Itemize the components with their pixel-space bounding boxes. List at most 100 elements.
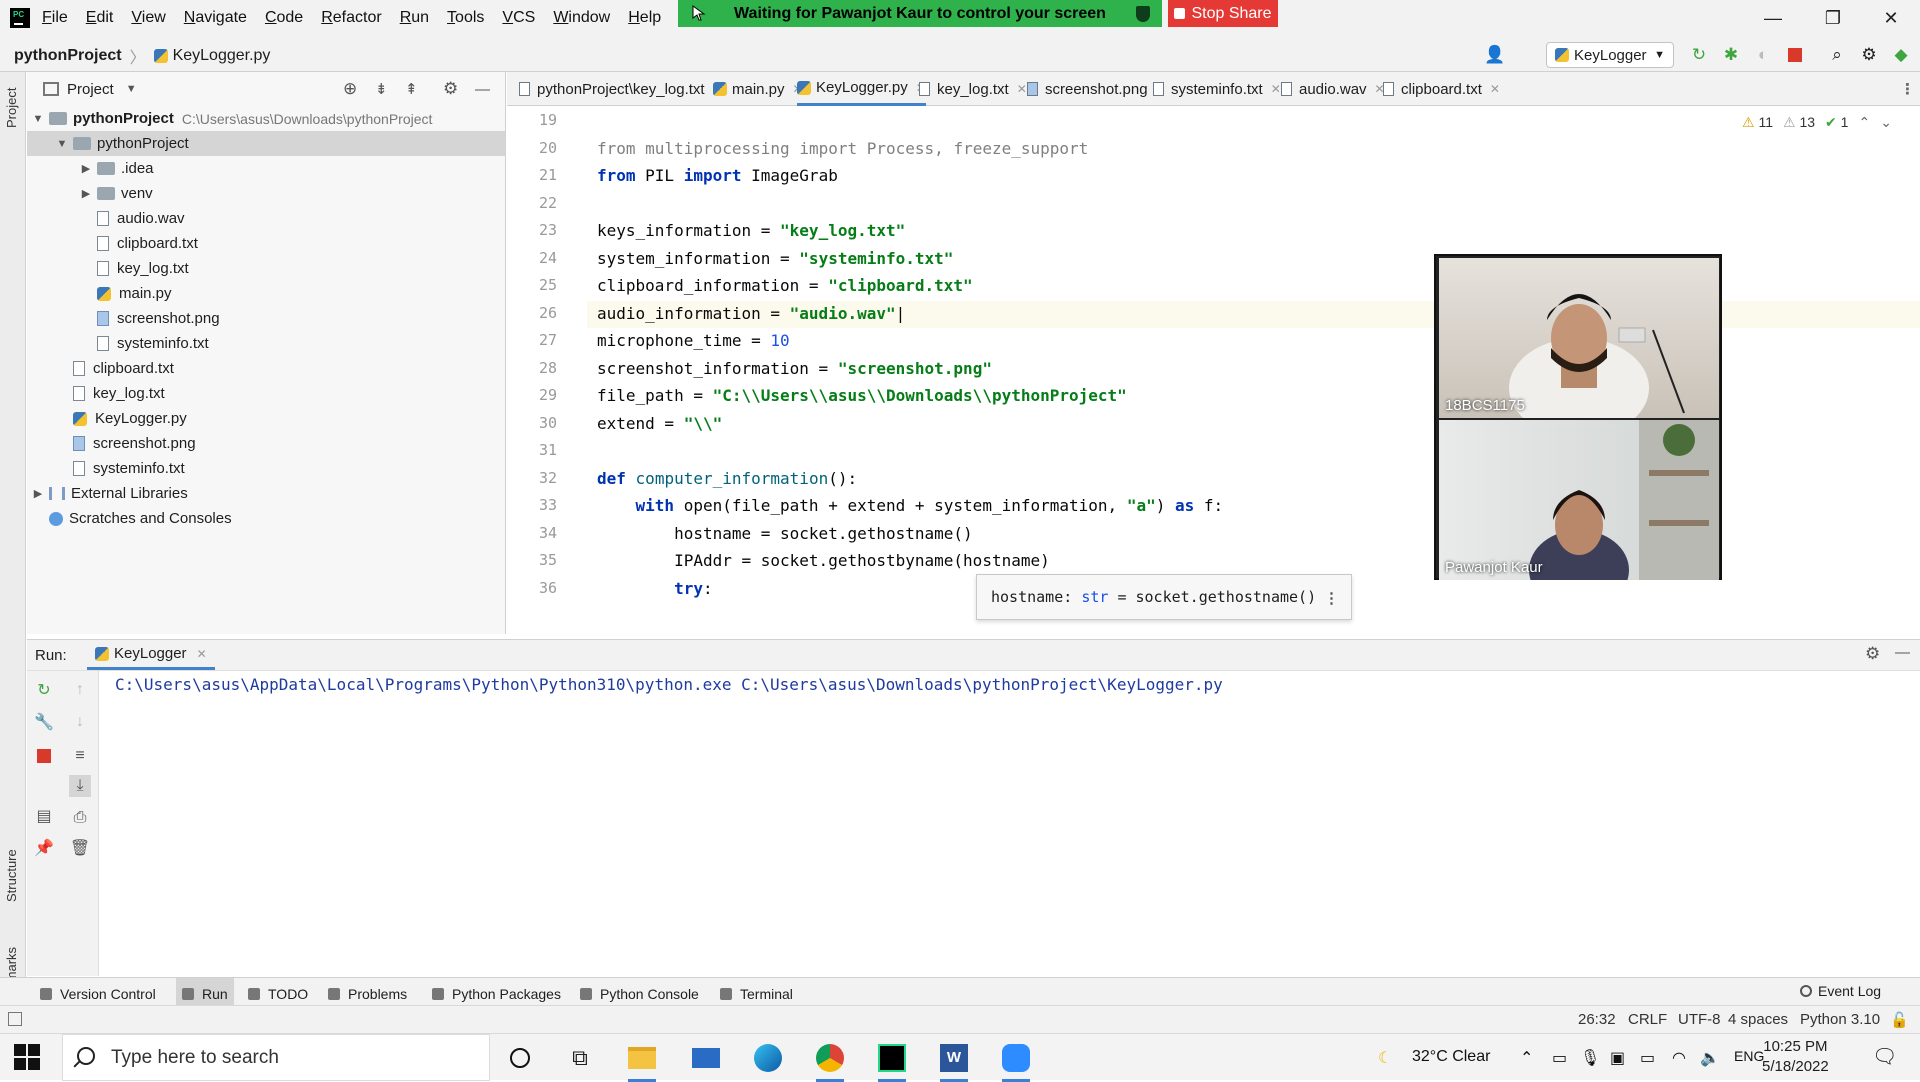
scroll-to-end-icon[interactable]: ⤓ — [69, 775, 91, 797]
layout-icon[interactable]: ▤ — [33, 805, 55, 827]
close-icon[interactable]: ✕ — [1017, 82, 1027, 96]
menu-navigate[interactable]: Navigate — [184, 9, 247, 27]
run-configuration-select[interactable]: KeyLogger ▼ — [1546, 42, 1674, 68]
tab-structure[interactable]: Structure — [4, 849, 19, 902]
minimize-button[interactable]: — — [1750, 0, 1796, 36]
stop-icon[interactable] — [33, 745, 55, 767]
code-line[interactable]: from multiprocessing import Process, fre… — [597, 139, 1088, 165]
menu-window[interactable]: Window — [553, 9, 610, 27]
code-line[interactable]: keys_information = "key_log.txt" — [597, 221, 905, 247]
volume-icon[interactable]: 🔈 — [1700, 1048, 1720, 1068]
tree-item[interactable]: screenshot.png — [27, 431, 196, 456]
tree-item[interactable]: ▶ venv — [27, 181, 153, 206]
language-indicator[interactable]: ENG — [1734, 1048, 1764, 1064]
mail-icon[interactable] — [688, 1040, 724, 1076]
menu-code[interactable]: Code — [265, 9, 303, 27]
code-line[interactable]: screenshot_information = "screenshot.png… — [597, 359, 992, 385]
menu-tools[interactable]: Tools — [447, 9, 484, 27]
run-tab-keylogger[interactable]: KeyLogger ✕ — [87, 640, 215, 670]
menu-refactor[interactable]: Refactor — [321, 9, 381, 27]
wrench-icon[interactable]: 🔧 — [33, 711, 55, 733]
python-interpreter[interactable]: Python 3.10 — [1800, 1011, 1880, 1028]
tree-root[interactable]: ▼ pythonProject C:\Users\asus\Downloads\… — [27, 106, 433, 131]
battery-icon[interactable]: ▭ — [1640, 1048, 1655, 1068]
breadcrumb-file[interactable]: KeyLogger.py — [173, 47, 271, 65]
windows-start-icon[interactable] — [14, 1044, 40, 1070]
code-line[interactable]: clipboard_information = "clipboard.txt" — [597, 276, 973, 302]
tree-scratches[interactable]: Scratches and Consoles — [27, 506, 232, 531]
locate-icon[interactable]: ⊕ — [343, 79, 357, 99]
more-options-icon[interactable]: ⋮ — [1324, 589, 1339, 607]
gear-icon[interactable]: ⚙ — [1858, 44, 1880, 66]
indent-setting[interactable]: 4 spaces — [1728, 1011, 1788, 1028]
editor-tab[interactable]: systeminfo.txt ✕ — [1153, 72, 1281, 106]
debug-icon[interactable]: ✱ — [1720, 44, 1742, 66]
code-line[interactable]: system_information = "systeminfo.txt" — [597, 249, 953, 275]
taskbar-search[interactable]: Type here to search — [62, 1034, 490, 1081]
breadcrumb-project[interactable]: pythonProject — [14, 47, 122, 65]
code-line[interactable]: def computer_information(): — [597, 469, 857, 495]
file-encoding[interactable]: UTF-8 — [1678, 1011, 1721, 1028]
soft-wrap-icon[interactable]: ≡ — [69, 745, 91, 767]
lock-icon[interactable]: 🔓 — [1890, 1011, 1909, 1029]
stop-share-button[interactable]: Stop Share — [1168, 0, 1278, 27]
close-icon[interactable]: ✕ — [197, 647, 207, 661]
hide-panel-icon[interactable]: — — [1895, 644, 1910, 661]
pycharm-taskbar-icon[interactable] — [874, 1040, 910, 1082]
menu-vcs[interactable]: VCS — [502, 9, 535, 27]
chrome-icon[interactable] — [812, 1040, 848, 1082]
editor-tab[interactable]: audio.wav ✕ — [1281, 72, 1385, 106]
zoom-icon[interactable] — [998, 1040, 1034, 1082]
microphone-icon[interactable]: 🎙 — [1580, 1048, 1600, 1068]
arrow-down-icon[interactable]: ↓ — [69, 711, 91, 733]
weather-icon[interactable]: ☾ — [1378, 1048, 1392, 1068]
tree-external-libraries[interactable]: ▶ External Libraries — [27, 481, 188, 506]
menu-help[interactable]: Help — [628, 9, 661, 27]
expand-all-icon[interactable]: ⇟ — [375, 80, 388, 98]
chevron-up-icon[interactable]: ⌃ — [1520, 1048, 1533, 1068]
tree-item[interactable]: ▼ pythonProject — [27, 131, 505, 156]
video-call-overlay[interactable]: 18BCS1175 Pawanjot Kaur — [1434, 254, 1722, 580]
chevron-right-icon[interactable]: ▶ — [79, 162, 93, 175]
file-explorer-icon[interactable] — [624, 1040, 660, 1082]
task-view-icon[interactable]: ⧉ — [562, 1040, 598, 1076]
editor-tab[interactable]: screenshot.png✕ — [1027, 72, 1166, 106]
restore-button[interactable]: ❐ — [1810, 0, 1856, 36]
user-icon[interactable]: 👤 — [1484, 44, 1506, 66]
code-line[interactable]: from PIL import ImageGrab — [597, 166, 838, 192]
chevron-up-icon[interactable]: ⌃ — [1858, 114, 1870, 131]
console-output[interactable]: C:\Users\asus\AppData\Local\Programs\Pyt… — [115, 675, 1223, 694]
tree-item[interactable]: key_log.txt — [27, 256, 189, 281]
menu-file[interactable]: File — [42, 9, 68, 27]
camera-icon[interactable]: ▣ — [1610, 1048, 1625, 1068]
tree-item[interactable]: ▶ .idea — [27, 156, 154, 181]
word-icon[interactable]: W — [936, 1040, 972, 1082]
pycharm-logo-icon[interactable] — [10, 8, 30, 28]
chevron-right-icon[interactable]: ▶ — [79, 187, 93, 200]
close-icon[interactable]: ✕ — [1490, 82, 1500, 96]
chevron-down-icon[interactable]: ▼ — [55, 138, 69, 150]
chevron-down-icon[interactable]: ⌄ — [1880, 114, 1892, 131]
jetbrains-toolbox-icon[interactable]: ◆ — [1890, 44, 1912, 66]
tree-item[interactable]: systeminfo.txt — [27, 456, 185, 481]
stop-icon[interactable] — [1784, 44, 1806, 66]
menu-view[interactable]: View — [131, 9, 165, 27]
tree-item[interactable]: screenshot.png — [27, 306, 220, 331]
menu-edit[interactable]: Edit — [86, 9, 114, 27]
chevron-down-icon[interactable]: ▼ — [126, 83, 137, 95]
editor-tab[interactable]: pythonProject\key_log.txt✕ — [519, 72, 723, 106]
toggle-tool-windows-icon[interactable] — [8, 1012, 22, 1026]
code-line[interactable]: file_path = "C:\\Users\\asus\\Downloads\… — [597, 386, 1127, 412]
tree-item[interactable]: KeyLogger.py — [27, 406, 187, 431]
editor-tab[interactable]: KeyLogger.py✕ — [797, 72, 926, 106]
inspection-widget[interactable]: ⚠ 11 ⚠ 13 ✔ 1 ⌃ ⌄ — [1742, 114, 1902, 131]
code-line[interactable]: with open(file_path + extend + system_in… — [597, 496, 1224, 522]
gear-icon[interactable]: ⚙ — [443, 79, 458, 99]
editor-tab[interactable]: main.py✕ — [713, 72, 803, 106]
code-line[interactable]: try: — [597, 579, 713, 605]
coverage-icon[interactable]: ◐ — [1752, 44, 1774, 66]
editor-tab[interactable]: key_log.txt ✕ — [919, 72, 1027, 106]
editor-tab[interactable]: clipboard.txt ✕ — [1383, 72, 1500, 106]
tree-item[interactable]: key_log.txt — [27, 381, 165, 406]
hide-panel-icon[interactable]: — — [475, 81, 490, 98]
